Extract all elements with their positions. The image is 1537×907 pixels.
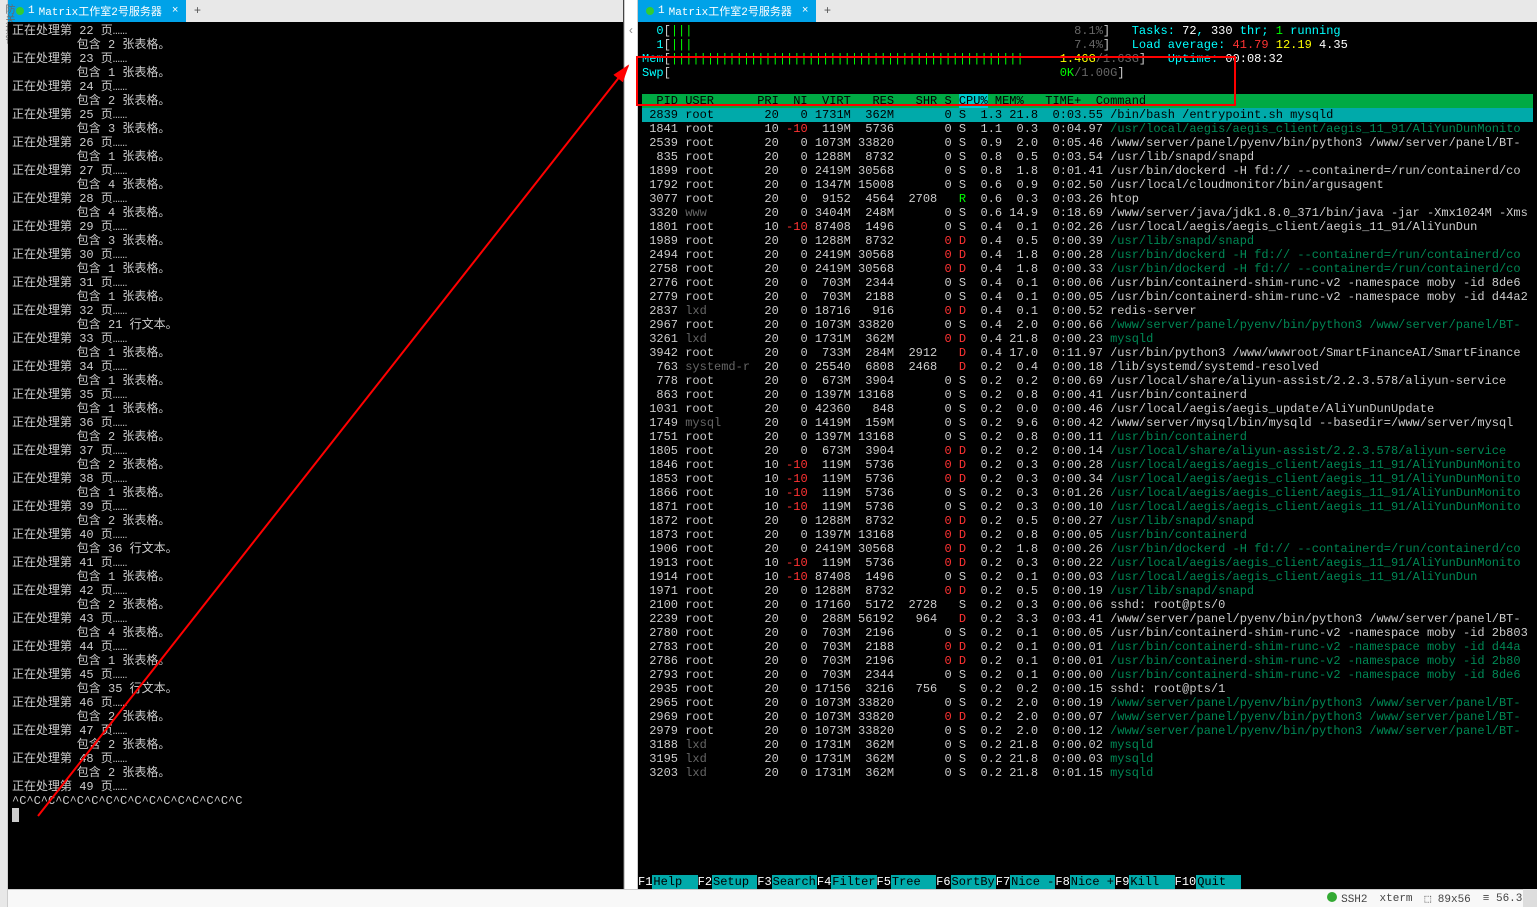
status-dot-icon: [16, 7, 24, 15]
close-icon[interactable]: ×: [172, 5, 179, 17]
right-tabbar: 1 Matrix工作室2号服务器 × +: [638, 0, 1537, 22]
add-tab-button[interactable]: +: [816, 0, 838, 22]
left-tab[interactable]: 1 Matrix工作室2号服务器 ×: [8, 0, 186, 22]
right-terminal[interactable]: 0[||| 8.1%] Tasks: 72, 330 thr; 1 runnin…: [638, 22, 1537, 889]
pane-splitter[interactable]: ‹: [624, 0, 638, 889]
status-term: xterm: [1380, 893, 1413, 905]
close-icon[interactable]: ×: [802, 5, 809, 17]
right-tab[interactable]: 1 Matrix工作室2号服务器 ×: [638, 0, 816, 22]
status-dot-icon: [646, 7, 654, 15]
lock-icon: [1327, 892, 1337, 902]
left-pane: 1 Matrix工作室2号服务器 × + 正在处理第 22 页…… 包含 2 张…: [8, 0, 624, 889]
left-tabbar: 1 Matrix工作室2号服务器 × +: [8, 0, 623, 22]
left-terminal[interactable]: 正在处理第 22 页…… 包含 2 张表格。正在处理第 23 页…… 包含 1 …: [8, 22, 623, 889]
tab-num: 1: [28, 5, 35, 17]
tab-num: 1: [658, 5, 665, 17]
add-tab-button[interactable]: +: [186, 0, 208, 22]
tab-label: Matrix工作室2号服务器: [669, 3, 792, 19]
right-pane: 1 Matrix工作室2号服务器 × + 0[||| 8.1%] Tasks: …: [638, 0, 1537, 889]
status-size: ⬚ 89x56: [1425, 892, 1471, 906]
status-ssh: SSH2: [1327, 892, 1367, 906]
sidebar-stub: 防关按钮。: [0, 0, 8, 907]
statusbar: SSH2 xterm ⬚ 89x56 ≡ 56.38: [0, 889, 1537, 907]
tab-label: Matrix工作室2号服务器: [39, 3, 162, 19]
